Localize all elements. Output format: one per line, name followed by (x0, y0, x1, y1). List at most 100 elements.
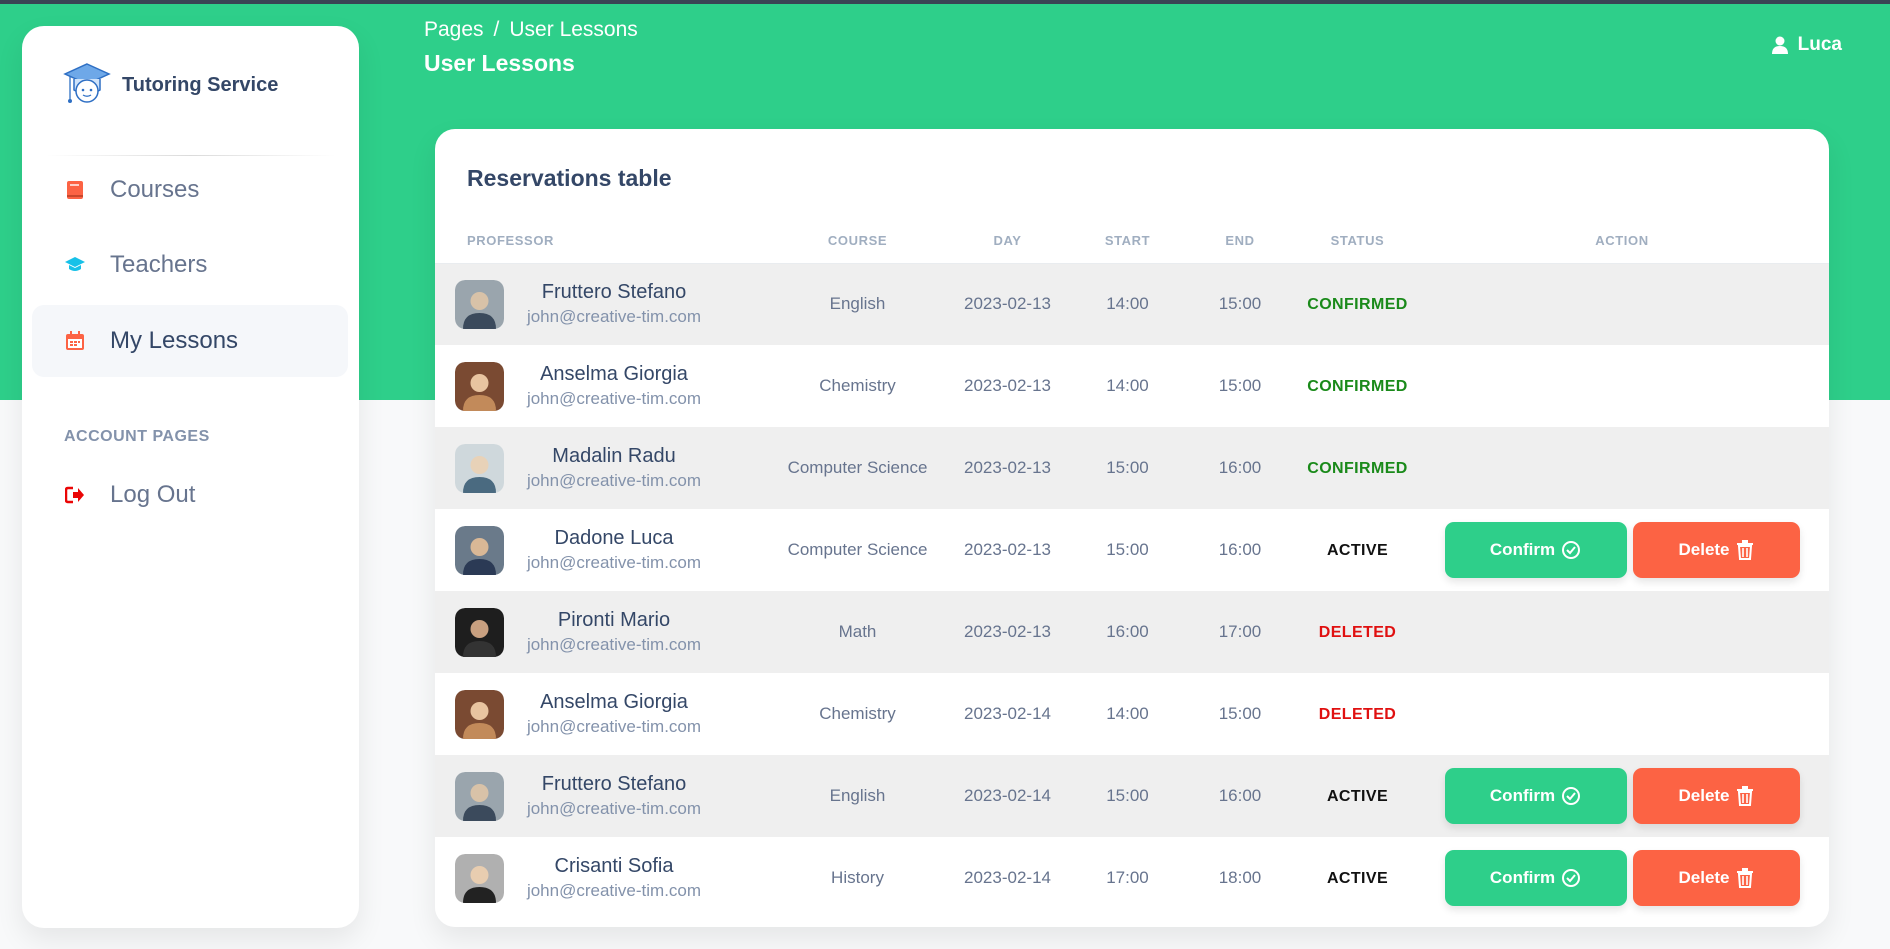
start-cell: 14:00 (1106, 704, 1149, 723)
user-name: Luca (1797, 34, 1842, 55)
table-row: Anselma Giorgia john@creative-tim.com Chem… (435, 345, 1829, 427)
sidebar-item-courses[interactable]: Courses (32, 154, 348, 226)
trash-icon (1736, 540, 1753, 560)
column-header-professor: PROFESSOR (435, 219, 775, 264)
professor-email: john@creative-tim.com (526, 717, 702, 736)
section-title-account-pages: ACCOUNT PAGES (64, 428, 210, 445)
start-cell: 14:00 (1106, 294, 1149, 314)
breadcrumb-pages-link[interactable]: Pages (424, 18, 484, 41)
status-cell: CONFIRMED (1300, 427, 1415, 509)
day-cell: 2023-02-13 (964, 294, 1051, 314)
sidebar-item-teachers[interactable]: Teachers (32, 229, 348, 301)
column-header-status: STATUS (1300, 219, 1415, 264)
professor-cell: Fruttero Stefano john@creative-tim.com (435, 755, 775, 837)
user-menu[interactable]: Luca (1771, 34, 1842, 56)
start-cell: 14:00 (1106, 376, 1149, 395)
status-cell: DELETED (1300, 591, 1415, 673)
professor-avatar (455, 689, 504, 739)
course-cell: English (829, 294, 886, 314)
start-cell: 15:00 (1106, 786, 1149, 805)
course-cell: Chemistry (819, 704, 896, 723)
professor-name: Anselma Giorgia (540, 363, 688, 385)
action-cell: Confirm Delete (1415, 509, 1829, 591)
confirm-button[interactable]: Confirm (1444, 850, 1627, 906)
professor-name: Pironti Mario (557, 609, 671, 631)
check-circle-icon (1562, 787, 1581, 805)
professor-email: john@creative-tim.com (526, 553, 702, 572)
professor-email: john@creative-tim.com (526, 307, 702, 327)
delete-button[interactable]: Delete (1632, 850, 1800, 906)
status-badge: ACTIVE (1326, 788, 1389, 805)
page-title: User Lessons (424, 50, 575, 76)
professor-cell: Crisanti Sofia john@creative-tim.com (435, 837, 775, 919)
start-cell: 15:00 (1106, 540, 1149, 559)
trash-icon (1736, 868, 1753, 888)
column-header-course: COURSE (775, 219, 940, 264)
end-cell: 16:00 (1218, 458, 1262, 477)
professor-email: john@creative-tim.com (526, 635, 702, 654)
table-row: Pironti Mario john@creative-tim.com Math 20… (435, 591, 1829, 673)
breadcrumb: Pages / User Lessons (424, 18, 638, 42)
sidebar-item-log-out[interactable]: Log Out (32, 459, 348, 531)
graduation-cap-icon (64, 254, 86, 276)
confirm-button-label: Confirm (1489, 868, 1556, 887)
status-cell: ACTIVE (1300, 509, 1415, 591)
reservations-table: PROFESSOR COURSE DAY START END STATUS AC… (435, 219, 1829, 919)
status-cell: ACTIVE (1300, 755, 1415, 837)
professor-avatar (455, 525, 504, 575)
professor-cell: Anselma Giorgia john@creative-tim.com (435, 345, 775, 427)
breadcrumb-current: User Lessons (509, 18, 638, 41)
course-cell: Chemistry (819, 376, 896, 395)
confirm-button-label: Confirm (1489, 786, 1556, 805)
day-cell: 2023-02-14 (964, 786, 1051, 805)
sidebar-item-label: Courses (110, 176, 200, 203)
action-cell (1415, 345, 1829, 427)
status-badge: DELETED (1318, 706, 1397, 723)
table-row: Anselma Giorgia john@creative-tim.com Chem… (435, 673, 1829, 755)
end-cell: 15:00 (1218, 294, 1262, 314)
action-cell: Confirm Delete (1415, 837, 1829, 919)
professor-cell: Madalin Radu john@creative-tim.com (435, 427, 775, 509)
professor-cell: Fruttero Stefano john@creative-tim.com (435, 263, 775, 345)
graduation-cap-logo-icon (63, 63, 111, 103)
delete-button[interactable]: Delete (1632, 768, 1800, 824)
professor-email: john@creative-tim.com (526, 799, 702, 818)
end-cell: 16:00 (1218, 540, 1262, 559)
brand[interactable]: Tutoring Service (62, 60, 278, 110)
calendar-icon (64, 330, 86, 352)
professor-avatar (455, 279, 504, 329)
user-icon (1771, 36, 1788, 54)
day-cell: 2023-02-13 (964, 458, 1051, 477)
delete-button[interactable]: Delete (1632, 522, 1800, 578)
status-badge: DELETED (1318, 624, 1397, 641)
sidebar-item-label: Log Out (110, 481, 196, 508)
course-cell: History (831, 868, 884, 887)
professor-avatar (455, 771, 504, 821)
status-badge: CONFIRMED (1307, 460, 1408, 477)
course-cell: Math (838, 622, 877, 641)
confirm-button[interactable]: Confirm (1444, 522, 1627, 578)
professor-avatar (455, 853, 504, 903)
end-cell: 15:00 (1218, 376, 1262, 395)
column-header-end: END (1180, 219, 1300, 264)
check-circle-icon (1562, 541, 1581, 559)
professor-avatar (455, 607, 504, 657)
status-cell: CONFIRMED (1300, 263, 1415, 345)
column-header-action: ACTION (1415, 219, 1829, 264)
course-cell: Computer Science (787, 458, 928, 477)
professor-name: Crisanti Sofia (554, 855, 674, 877)
start-cell: 16:00 (1106, 622, 1149, 641)
day-cell: 2023-02-14 (964, 704, 1051, 723)
column-header-start: START (1075, 219, 1180, 264)
status-badge: CONFIRMED (1307, 378, 1408, 395)
confirm-button[interactable]: Confirm (1444, 768, 1627, 824)
professor-name: Fruttero Stefano (541, 773, 687, 795)
professor-name: Madalin Radu (552, 445, 676, 467)
end-cell: 16:00 (1218, 786, 1262, 805)
day-cell: 2023-02-13 (964, 376, 1051, 395)
action-cell (1415, 673, 1829, 755)
start-cell: 17:00 (1106, 868, 1149, 887)
professor-cell: Anselma Giorgia john@creative-tim.com (435, 673, 775, 755)
professor-name: Anselma Giorgia (540, 691, 688, 713)
sidebar-item-my-lessons[interactable]: My Lessons (32, 305, 348, 377)
